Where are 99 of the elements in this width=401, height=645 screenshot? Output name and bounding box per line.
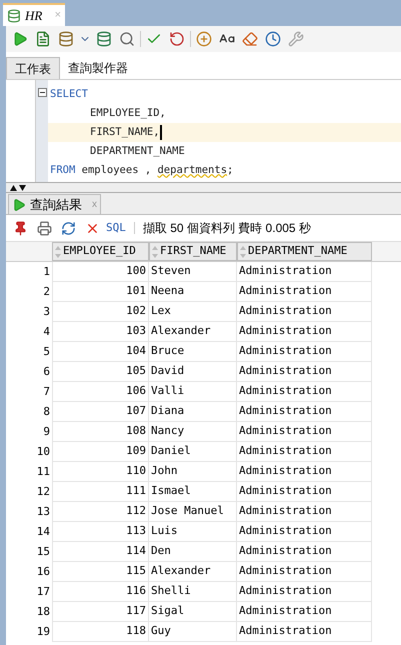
code-line: EMPLOYEE_ID, [90,106,166,121]
sql-link[interactable]: SQL [106,220,126,236]
table-cell: 105 [52,362,149,382]
table-cell: Valli [149,382,237,402]
row-number: 5 [42,344,51,360]
table-cell: Alexander [149,322,237,342]
column-header[interactable]: DEPARTMENT_NAME [237,242,372,261]
table-cell: 101 [52,282,149,302]
table-cell: Sigal [149,602,237,622]
table-cell: Administration [237,322,372,342]
document-tab[interactable]: HR × [3,3,65,26]
table-cell: Guy [149,622,237,642]
table-cell: 113 [52,522,149,542]
table-cell: 108 [52,422,149,442]
table-cell: 109 [52,442,149,462]
run-icon [12,198,26,212]
table-cell: Administration [237,302,372,322]
row-number: 3 [42,304,51,320]
row-number: 15 [36,544,51,560]
table-cell: Ismael [149,482,237,502]
table-cell: Nancy [149,422,237,442]
row-number: 11 [36,464,51,480]
row-number: 13 [36,504,51,520]
table-cell: 115 [52,562,149,582]
results-tab[interactable]: 查詢結果 x [8,194,101,214]
table-cell: Administration [237,382,372,402]
code-editor[interactable]: SELECT EMPLOYEE_ID, FIRST_NAME, DEPARTMENT_NAME FROM employees , departments; [6,80,401,183]
row-number: 14 [36,524,51,540]
table-cell: Administration [237,482,372,502]
text-cursor [160,125,162,140]
table-cell: Administration [237,262,372,282]
row-number: 7 [42,384,51,400]
table-cell: 103 [52,322,149,342]
row-number: 6 [42,364,51,380]
row-number: 8 [42,404,51,420]
table-cell: Administration [237,502,372,522]
table-cell: 117 [52,602,149,622]
table-cell: Administration [237,442,372,462]
row-number: 9 [42,424,51,440]
table-cell: Administration [237,582,372,602]
table-cell: Steven [149,262,237,282]
table-cell: 114 [52,542,149,562]
column-header[interactable]: FIRST_NAME [149,242,237,261]
table-cell: Administration [237,282,372,302]
tab-title: HR [25,6,42,25]
row-number: 1 [42,264,51,280]
table-cell: 110 [52,462,149,482]
code-line: SELECT [50,86,88,102]
table-cell: 107 [52,402,149,422]
table-cell: 112 [52,502,149,522]
table-cell: 102 [52,302,149,322]
table-cell: 106 [52,382,149,402]
table-cell: Administration [237,602,372,622]
table-cell: Daniel [149,442,237,462]
row-number: 19 [36,624,51,640]
table-cell: Den [149,542,237,562]
row-number: 2 [42,284,51,300]
code-line: DEPARTMENT_NAME [90,144,185,159]
row-number: 16 [36,564,51,580]
table-cell: Jose Manuel [149,502,237,522]
editor-tab[interactable]: 查詢製作器 [60,57,136,79]
status-text: 擷取 50 個資料列 費時 0.005 秒 [142,220,311,237]
column-header[interactable]: EMPLOYEE_ID [52,242,149,261]
table-cell: Administration [237,342,372,362]
table-cell: 100 [52,262,149,282]
splitter-icon[interactable] [10,184,26,190]
table-cell: 111 [52,482,149,502]
table-cell: Administration [237,462,372,482]
row-number: 12 [36,484,51,500]
table-cell: 116 [52,582,149,602]
table-cell: Luis [149,522,237,542]
sql-database-icon [7,8,21,22]
row-number: 10 [36,444,51,460]
table-cell: 104 [52,342,149,362]
row-number: 18 [36,604,51,620]
table-cell: Administration [237,622,372,642]
clock-icon[interactable] [263,29,283,49]
table-cell: Administration [237,522,372,542]
table-cell: Lex [149,302,237,322]
table-cell: Administration [237,422,372,442]
table-cell: Bruce [149,342,237,362]
table-cell: Shelli [149,582,237,602]
table-cell: Alexander [149,562,237,582]
table-cell: John [149,462,237,482]
editor-tab[interactable]: 工作表 [6,57,60,79]
table-cell: David [149,362,237,382]
table-cell: Administration [237,402,372,422]
row-number: 17 [36,584,51,600]
collapse-icon[interactable] [38,88,46,97]
table-cell: Administration [237,362,372,382]
code-line: FIRST_NAME, [90,124,160,140]
table-cell: Neena [149,282,237,302]
table-cell: Administration [237,562,372,582]
table-cell: 118 [52,622,149,642]
tab-title: 查詢結果 [30,196,82,214]
row-number: 4 [42,324,51,340]
table-cell: Diana [149,402,237,422]
code-line: FROM employees , departments; [50,162,234,178]
table-cell: Administration [237,542,372,562]
